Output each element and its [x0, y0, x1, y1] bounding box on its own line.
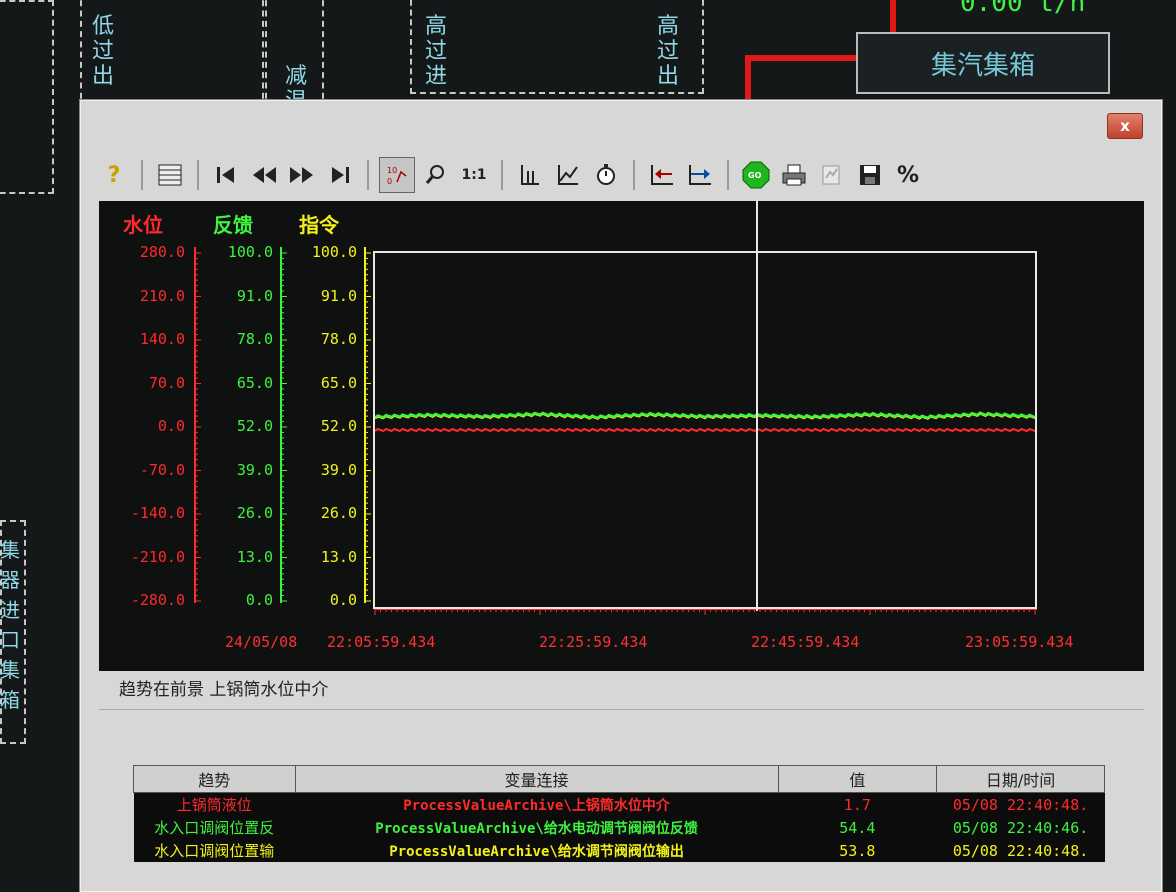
tick-label-feedback: 0.0	[245, 591, 273, 609]
forward-icon[interactable]	[285, 158, 319, 192]
time-axis-date: 24/05/08	[225, 633, 298, 651]
time-axis-label: 23:05:59.434	[965, 633, 1074, 651]
cell-variable: ProcessValueArchive\给水调节阀阀位输出	[295, 839, 779, 862]
cell-trend-name: 水入口调阀位置输	[133, 839, 296, 862]
background-header-label: 集汽集箱	[856, 32, 1110, 94]
tick-label-water-level: -280.0	[130, 591, 185, 609]
time-axis-label: 22:25:59.434	[539, 633, 648, 651]
last-icon[interactable]	[323, 158, 357, 192]
toolbar-separator	[367, 160, 369, 190]
trend-line-feedback[interactable]	[375, 411, 1035, 420]
time-axis-label: 22:45:59.434	[751, 633, 860, 651]
tick-label-command: 91.0	[320, 286, 357, 305]
column-header-trend[interactable]: 趋势	[133, 765, 296, 793]
svg-text:GO: GO	[748, 171, 762, 180]
cell-datetime: 05/08 22:40:48.	[936, 839, 1105, 862]
tick-label-water-level: 280.0	[139, 243, 185, 261]
background-label-inlet-header: 集器进口集箱	[0, 538, 20, 712]
go-icon[interactable]: GO	[739, 158, 773, 192]
tick-label-command: 13.0	[320, 547, 357, 566]
axes-icon[interactable]: 10 0	[379, 157, 415, 193]
shift-left-icon[interactable]	[645, 158, 679, 192]
ratio-1-1-icon[interactable]: 1:1	[457, 158, 491, 192]
status-bar: 趋势在前景 上锅筒水位中介	[119, 680, 329, 700]
time-axis-label: 22:05:59.434	[327, 633, 436, 651]
tick-label-feedback: 91.0	[236, 286, 273, 305]
trend-line-water_level[interactable]	[375, 427, 1035, 433]
table-row[interactable]: 水入口调阀位置输 ProcessValueArchive\给水调节阀阀位输出 53.…	[133, 839, 1105, 862]
tick-label-water-level: -70.0	[139, 460, 185, 479]
tick-label-water-level: -210.0	[130, 547, 185, 566]
tick-label-water-level: 70.0	[148, 373, 185, 392]
tick-label-command: 78.0	[320, 330, 357, 348]
percent-icon[interactable]: %	[891, 158, 925, 192]
background-pipe-frame	[0, 0, 54, 194]
background-red-pipe	[745, 55, 751, 105]
cell-datetime: 05/08 22:40:46.	[936, 816, 1105, 839]
table-row[interactable]: 水入口调阀位置反 ProcessValueArchive\给水电动调节阀阀位反馈 5…	[133, 816, 1105, 839]
table-icon[interactable]	[153, 158, 187, 192]
svg-text:0: 0	[387, 177, 392, 186]
tick-label-feedback: 78.0	[236, 330, 273, 348]
tick-label-feedback: 39.0	[236, 460, 273, 479]
zoom-icon[interactable]	[419, 158, 453, 192]
column-header-datetime[interactable]: 日期/时间	[936, 765, 1105, 793]
toolbar-separator	[197, 160, 199, 190]
tick-label-water-level: -140.0	[130, 504, 185, 522]
table-row[interactable]: 上锅筒液位 ProcessValueArchive\上锅筒水位中介 1.7 05/08…	[133, 792, 1105, 816]
tick-label-feedback: 100.0	[227, 243, 273, 261]
curve-legend-table: 趋势 变量连接 值 日期/时间 上锅筒液位 ProcessValueArchive…	[133, 765, 1105, 862]
tick-label-feedback: 65.0	[236, 373, 273, 392]
rewind-icon[interactable]	[247, 158, 281, 192]
toolbar-separator	[501, 160, 503, 190]
shift-right-icon[interactable]	[683, 158, 717, 192]
toolbar-separator	[633, 160, 635, 190]
cell-trend-name: 上锅筒液位	[133, 792, 296, 816]
column-header-value[interactable]: 值	[777, 765, 938, 793]
background-flow-value: 0.00 t/h	[960, 0, 1086, 18]
tick-label-command: 65.0	[320, 373, 357, 392]
ruler-cursor[interactable]	[756, 201, 758, 611]
stopwatch-icon[interactable]	[589, 158, 623, 192]
first-icon[interactable]	[209, 158, 243, 192]
window-titlebar[interactable]: x	[81, 101, 1161, 147]
cell-variable: ProcessValueArchive\上锅筒水位中介	[295, 792, 779, 816]
help-icon[interactable]: ?	[97, 158, 131, 192]
cell-value: 53.8	[778, 839, 937, 862]
toolbar-separator	[727, 160, 729, 190]
plot-area[interactable]	[373, 251, 1037, 609]
background-label-high-superheater-in: 高过进	[424, 14, 447, 89]
cell-datetime: 05/08 22:40:48.	[936, 792, 1105, 816]
trend-window: x ? 10 0 1:1 GO % 水位 反馈 指令 280.0 210.0 140.…	[80, 100, 1162, 892]
trend-curves	[375, 411, 1035, 433]
tick-label-command: 39.0	[320, 460, 357, 479]
toolbar-separator	[141, 160, 143, 190]
print-icon[interactable]	[777, 158, 811, 192]
save-icon[interactable]	[853, 158, 887, 192]
curve-icon[interactable]	[551, 158, 585, 192]
background-label-high-superheater-out: 高过出	[656, 14, 679, 89]
tick-label-water-level: 210.0	[139, 286, 185, 305]
svg-text:10: 10	[387, 166, 397, 175]
column-header-variable[interactable]: 变量连接	[294, 765, 779, 793]
tick-label-command: 26.0	[320, 504, 357, 522]
tick-label-feedback: 13.0	[236, 547, 273, 566]
tick-label-water-level: 140.0	[139, 330, 185, 348]
export-icon[interactable]	[815, 158, 849, 192]
tick-label-command: 52.0	[320, 417, 357, 435]
tick-label-command: 100.0	[311, 243, 357, 261]
trend-toolbar: ? 10 0 1:1 GO %	[97, 153, 1143, 197]
cell-value: 54.4	[778, 816, 937, 839]
cell-variable: ProcessValueArchive\给水电动调节阀阀位反馈	[295, 816, 779, 839]
tick-label-water-level: 0.0	[157, 417, 185, 435]
tick-label-command: 0.0	[329, 591, 357, 609]
close-button[interactable]: x	[1107, 113, 1143, 139]
cell-value: 1.7	[778, 792, 937, 816]
tick-label-feedback: 26.0	[236, 504, 273, 522]
tick-label-feedback: 52.0	[236, 417, 273, 435]
background-label-low-superheater-out: 低过出	[91, 14, 114, 89]
ruler-icon[interactable]	[513, 158, 547, 192]
cell-trend-name: 水入口调阀位置反	[133, 816, 296, 839]
trend-display: 水位 反馈 指令 280.0 210.0 140.0 70.0 0.0 -70.0 -140…	[99, 201, 1144, 671]
